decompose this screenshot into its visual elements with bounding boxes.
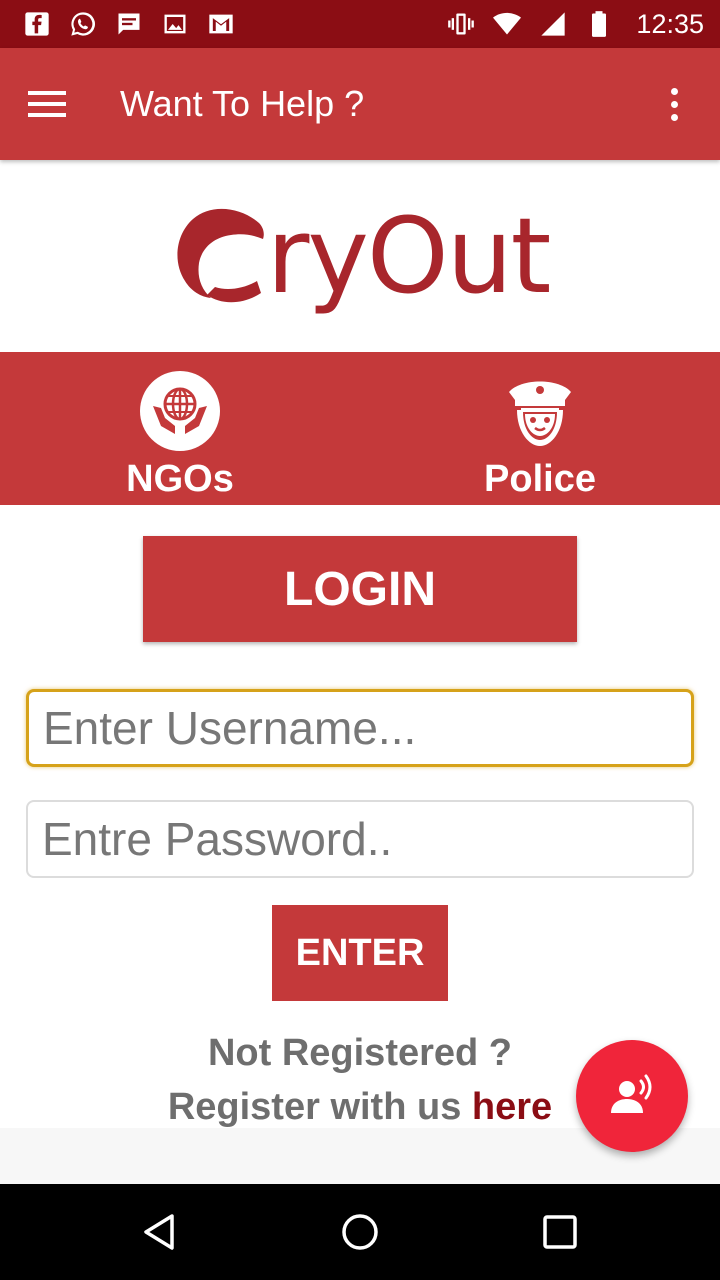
register-here-link[interactable]: here (472, 1086, 552, 1128)
police-officer-icon (509, 381, 571, 446)
app-title: Want To Help ? (120, 83, 365, 124)
logo-c-mark (176, 208, 264, 303)
category-label: Police (484, 458, 596, 500)
status-bar: 12:35 (0, 0, 720, 48)
whatsapp-icon (68, 10, 98, 38)
back-button[interactable] (120, 1192, 200, 1272)
clock: 12:35 (636, 8, 704, 39)
message-icon (114, 10, 144, 38)
app-bar: Want To Help ? (0, 48, 720, 160)
globe-hands-icon (140, 371, 220, 451)
password-input[interactable] (26, 800, 694, 878)
vibrate-icon (446, 10, 476, 38)
username-input[interactable] (26, 689, 694, 767)
system-icons: 12:35 (446, 9, 704, 40)
facebook-icon (22, 10, 52, 38)
gallery-icon (160, 10, 190, 38)
wifi-icon (492, 10, 522, 38)
notification-icons (22, 10, 236, 38)
more-options-icon[interactable] (654, 76, 694, 132)
cryout-logo: ryOut (171, 195, 552, 317)
voice-fab-button[interactable] (576, 1040, 688, 1152)
voice-speaker-icon (611, 1074, 652, 1113)
signal-icon (538, 10, 568, 38)
category-band: NGOs Police (0, 352, 720, 505)
register-prefix: Register with us (167, 1086, 472, 1128)
home-button[interactable] (320, 1192, 400, 1272)
navigation-bar (0, 1184, 720, 1280)
gmail-icon (206, 10, 236, 38)
back-icon (144, 1214, 174, 1250)
login-heading: LOGIN (143, 536, 577, 642)
category-label: NGOs (126, 458, 234, 500)
recents-button[interactable] (520, 1192, 600, 1272)
logo-area: ryOut (0, 160, 720, 352)
battery-icon (584, 10, 614, 38)
category-police[interactable]: Police (360, 352, 720, 505)
home-icon (342, 1214, 378, 1250)
menu-icon[interactable] (28, 76, 84, 132)
recents-icon (543, 1215, 577, 1249)
category-ngos[interactable]: NGOs (0, 352, 360, 505)
logo-text: ryOut (266, 195, 552, 317)
enter-button[interactable]: ENTER (272, 905, 448, 1001)
